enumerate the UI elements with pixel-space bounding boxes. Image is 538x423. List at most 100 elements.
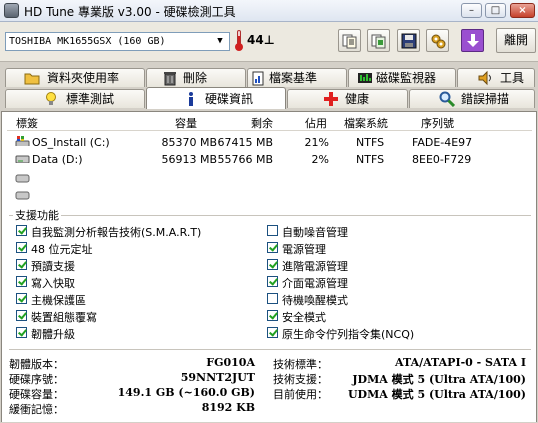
- options-button[interactable]: [426, 29, 449, 52]
- serial-value: 59NNT2JUT: [180, 371, 255, 384]
- title-bar: HD Tune 專業版 v3.00 - 硬碟檢測工具 – □ ×: [0, 0, 538, 22]
- buffer-label: 緩衝記憶：: [9, 403, 64, 416]
- feature-label: 韌體升級: [31, 328, 75, 341]
- feature-label: 電源管理: [282, 243, 326, 256]
- volume-free: 67415 MB: [217, 136, 273, 149]
- capacity-value: 149.1 GB (~160.0 GB): [117, 386, 255, 399]
- info-icon: [189, 92, 193, 106]
- feature-label: 原生命令佇列指令集(NCQ): [282, 328, 415, 341]
- copy-image-button[interactable]: [367, 29, 390, 52]
- copy-image-icon: [371, 34, 386, 49]
- tab-folder-usage[interactable]: 資料夾使用率: [5, 68, 145, 87]
- tab-row-bottom: 標準測試 硬碟資訊 健康 錯誤掃描: [0, 87, 538, 109]
- folder-icon: [24, 73, 40, 85]
- col-header-used[interactable]: 佔用: [305, 115, 327, 131]
- checkbox-checked-icon[interactable]: [267, 242, 278, 253]
- chevron-down-icon: ▼: [217, 36, 223, 46]
- feature-label: 自我監測分析報告技術(S.M.A.R.T): [31, 226, 202, 239]
- volume-free: 55766 MB: [217, 153, 273, 166]
- volume-serial: FADE-4E97: [412, 136, 473, 149]
- tab-row-top: 資料夾使用率 刪除 檔案基準 磁碟監視器 工具: [0, 68, 538, 87]
- feature-label: 安全模式: [282, 311, 326, 324]
- volume-filesystem: NTFS: [356, 136, 385, 149]
- checkbox-unchecked-icon[interactable]: [267, 293, 278, 304]
- checkbox-checked-icon[interactable]: [16, 293, 27, 304]
- drive-select[interactable]: TOSHIBA MK1655GSX (160 GB) ▼: [5, 32, 230, 51]
- feature-label: 自動噪音管理: [282, 226, 348, 239]
- volume-label: Data (D:): [32, 153, 83, 166]
- firmware-label: 韌體版本：: [9, 358, 64, 371]
- checkbox-checked-icon[interactable]: [267, 259, 278, 270]
- checkbox-checked-icon[interactable]: [16, 259, 27, 270]
- exit-button[interactable]: 離開: [496, 28, 536, 53]
- capacity-label: 硬碟容量：: [9, 388, 64, 401]
- tab-disk-monitor[interactable]: 磁碟監視器: [348, 68, 456, 87]
- temperature-readout: 44⊥: [247, 33, 275, 47]
- supported-features-group: 支援功能 自我監測分析報告技術(S.M.A.R.T) 48 位元定址 預讀支援 寫入快…: [9, 207, 531, 345]
- save-icon: [401, 33, 417, 49]
- drive-icon: [15, 191, 30, 200]
- close-button[interactable]: ×: [510, 3, 535, 18]
- disk-monitor-icon: [358, 73, 372, 83]
- col-header-label[interactable]: 標簽: [16, 115, 38, 131]
- disk-info-panel: 標簽 容量 剩余 佔用 檔案系統 序列號 OS_Install (C:) 853…: [1, 111, 537, 422]
- volume-used: 21%: [304, 136, 329, 149]
- feature-label: 待機喚醒模式: [282, 294, 348, 307]
- tab-tools[interactable]: 工具: [457, 68, 535, 87]
- checkbox-checked-icon[interactable]: [16, 310, 27, 321]
- checkbox-checked-icon[interactable]: [16, 276, 27, 287]
- checkbox-checked-icon[interactable]: [16, 225, 27, 236]
- col-header-serial[interactable]: 序列號: [421, 115, 454, 131]
- col-header-free[interactable]: 剩余: [251, 115, 273, 131]
- tab-benchmark[interactable]: 標準測試: [5, 89, 145, 108]
- volume-serial: 8EE0-F729: [412, 153, 472, 166]
- header-divider: [7, 130, 532, 131]
- feature-label: 主機保護區: [31, 294, 86, 307]
- system-drive-icon: [15, 136, 30, 146]
- speaker-icon: [478, 70, 491, 86]
- checkbox-checked-icon[interactable]: [267, 276, 278, 287]
- drive-icon: [15, 174, 30, 183]
- volume-label: OS_Install (C:): [32, 136, 110, 149]
- tab-erase[interactable]: 刪除: [146, 68, 246, 87]
- feature-label: 48 位元定址: [31, 243, 93, 256]
- thermometer-icon: [235, 30, 243, 52]
- magnifier-icon: [439, 91, 455, 107]
- download-icon: [467, 34, 479, 47]
- checkbox-checked-icon[interactable]: [16, 242, 27, 253]
- trash-icon: [164, 72, 176, 86]
- col-header-capacity[interactable]: 容量: [175, 115, 197, 131]
- maximize-button[interactable]: □: [485, 3, 506, 18]
- download-button[interactable]: [461, 29, 484, 52]
- window-title: HD Tune 專業版 v3.00 - 硬碟檢測工具: [24, 5, 236, 19]
- tab-health[interactable]: 健康: [287, 89, 408, 108]
- support-value: JDMA 模式 5 (Ultra ATA/100): [352, 373, 526, 386]
- save-button[interactable]: [397, 29, 420, 52]
- current-mode-value: UDMA 模式 5 (Ultra ATA/100): [347, 388, 526, 401]
- copy-text-icon: [342, 34, 357, 49]
- serial-label: 硬碟序號：: [9, 373, 64, 386]
- current-mode-label: 目前使用：: [273, 388, 328, 401]
- buffer-value: 8192 KB: [201, 401, 255, 414]
- copy-text-button[interactable]: [338, 29, 361, 52]
- firmware-value: FG010A: [206, 356, 255, 369]
- standard-label: 技術標準：: [273, 358, 328, 371]
- minimize-button[interactable]: –: [461, 3, 482, 18]
- standard-value: ATA/ATAPI-0 - SATA I: [395, 356, 526, 369]
- support-label: 技術支援：: [273, 373, 328, 386]
- drive-select-value: TOSHIBA MK1655GSX (160 GB): [9, 36, 166, 47]
- checkbox-checked-icon[interactable]: [267, 327, 278, 338]
- tab-disk-info[interactable]: 硬碟資訊: [146, 87, 286, 109]
- tab-file-benchmark[interactable]: 檔案基準: [247, 68, 347, 87]
- feature-label: 裝置組態覆寫: [31, 311, 97, 324]
- col-header-filesystem[interactable]: 檔案系統: [344, 115, 388, 131]
- checkbox-unchecked-icon[interactable]: [267, 225, 278, 236]
- checkbox-checked-icon[interactable]: [267, 310, 278, 321]
- options-icon: [431, 34, 446, 49]
- checkbox-checked-icon[interactable]: [16, 327, 27, 338]
- tab-error-scan[interactable]: 錯誤掃描: [409, 89, 535, 108]
- volume-filesystem: NTFS: [356, 153, 385, 166]
- toolbar: TOSHIBA MK1655GSX (160 GB) ▼ 44⊥ 離開: [0, 22, 538, 62]
- health-cross-icon: [324, 92, 338, 106]
- volume-table: 標簽 容量 剩余 佔用 檔案系統 序列號 OS_Install (C:) 853…: [2, 112, 536, 206]
